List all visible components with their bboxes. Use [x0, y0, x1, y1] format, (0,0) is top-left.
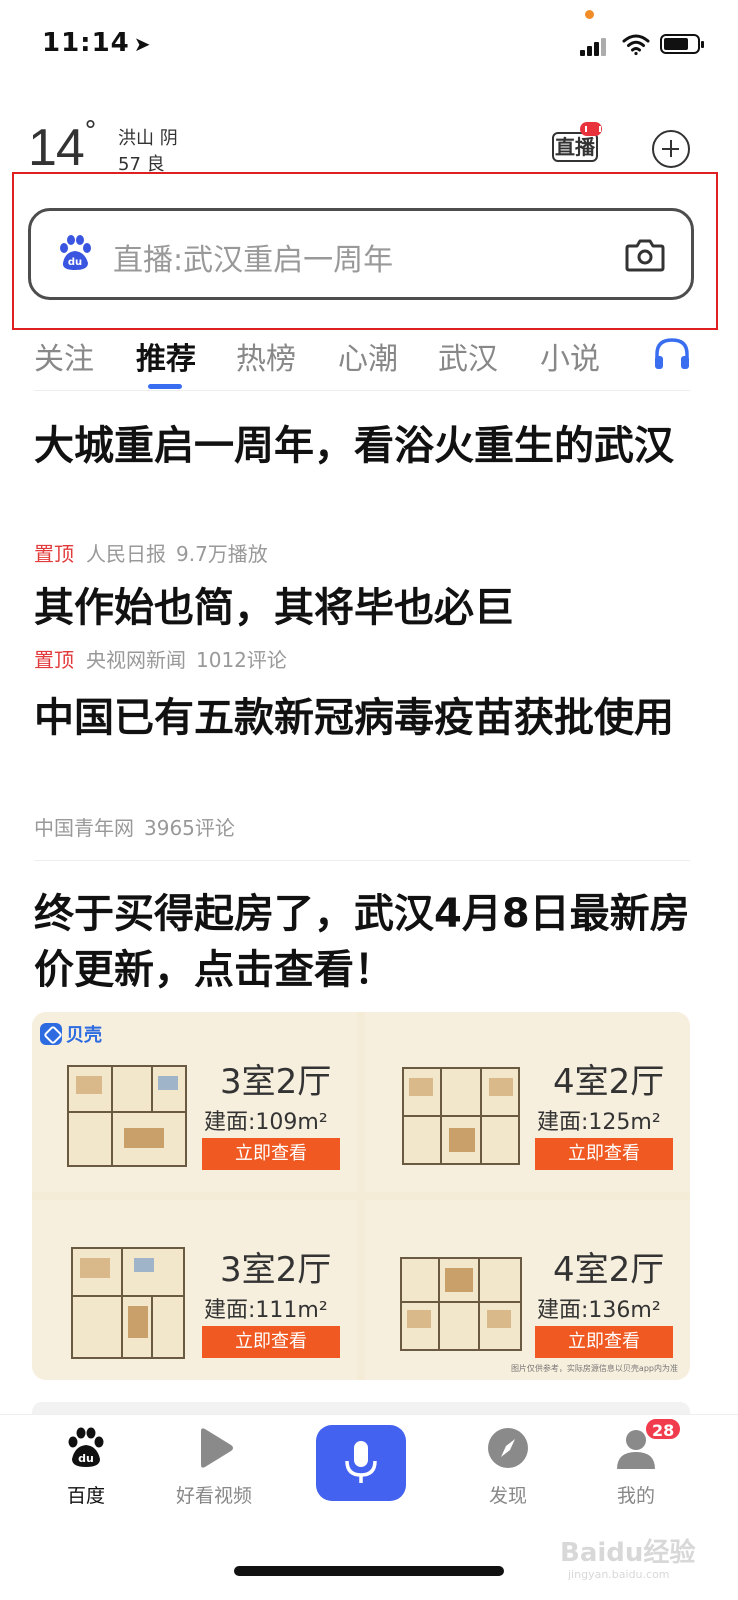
news-stat: 9.7万播放	[176, 542, 268, 566]
nav-label: 好看视频	[175, 1485, 252, 1507]
section-divider	[34, 860, 690, 861]
headphone-icon[interactable]	[652, 334, 692, 374]
unit-area: 建面:111m²	[204, 1298, 328, 1323]
brand-name: 贝壳	[66, 1025, 102, 1046]
news-title[interactable]: 其作始也简，其将毕也必巨	[34, 580, 694, 636]
ad-floorplan-grid[interactable]: 贝壳 3室2厅 建面:109m² 立即查看 4室2厅 建面:125m² 立即查看	[32, 1012, 690, 1380]
baidu-paw-icon: du	[68, 1427, 104, 1467]
floorplan-image	[402, 1067, 520, 1165]
privacy-indicator-dot	[585, 10, 594, 19]
ad-unit-card[interactable]: 贝壳 3室2厅 建面:109m² 立即查看	[32, 1012, 357, 1192]
unit-area: 建面:125m²	[537, 1110, 661, 1135]
nav-item-mine[interactable]: 我的 28	[576, 1417, 696, 1508]
svg-text:du: du	[68, 257, 82, 268]
baidu-paw-icon: du	[60, 235, 91, 270]
tv-live-icon: 直播	[552, 132, 598, 162]
nav-item-haokan-video[interactable]: 好看视频	[154, 1425, 274, 1508]
cellular-signal-icon	[580, 36, 612, 56]
tab-recommend[interactable]: 推荐	[136, 334, 196, 378]
news-source: 中国青年网	[34, 816, 134, 840]
live-signal-icon	[580, 122, 602, 136]
status-time: 11:14 ➤	[42, 28, 152, 58]
add-button[interactable]	[652, 130, 690, 168]
search-placeholder[interactable]: 直播:武汉重启一周年	[113, 235, 393, 279]
active-tab-indicator	[148, 384, 182, 389]
view-now-button[interactable]: 立即查看	[535, 1326, 673, 1358]
ad-unit-card[interactable]: 4室2厅 建面:125m² 立即查看	[365, 1012, 690, 1192]
unit-rooms: 3室2厅	[220, 1062, 332, 1102]
unit-area: 建面:109m²	[204, 1110, 328, 1135]
voice-search-button[interactable]	[316, 1425, 406, 1501]
ad-unit-card[interactable]: 3室2厅 建面:111m² 立即查看	[32, 1200, 357, 1380]
tab-novel[interactable]: 小说	[540, 334, 600, 378]
location-arrow-icon: ➤	[133, 32, 152, 56]
live-stream-button[interactable]: 直播	[548, 122, 604, 166]
battery-icon	[660, 34, 704, 54]
watermark: Baidu经验	[560, 1538, 696, 1568]
status-bar: 11:14 ➤	[0, 0, 738, 90]
search-bar[interactable]: du 直播:武汉重启一周年	[28, 208, 694, 300]
tab-wuhan[interactable]: 武汉	[438, 334, 498, 378]
news-meta: 中国青年网 3965评论	[34, 812, 235, 841]
camera-icon[interactable]	[625, 237, 665, 273]
svg-text:du: du	[78, 1452, 94, 1465]
nav-item-baidu[interactable]: du 百度	[26, 1425, 146, 1508]
ad-title[interactable]: 终于买得起房了，武汉4月8日最新房价更新，点击查看！	[34, 886, 694, 998]
ad-unit-card[interactable]: 4室2厅 建面:136m² 立即查看	[365, 1200, 690, 1380]
clock-text: 11:14	[42, 28, 130, 58]
weather-location[interactable]: 洪山 阴	[118, 124, 178, 150]
view-now-button[interactable]: 立即查看	[202, 1138, 340, 1170]
beike-logo: 贝壳	[40, 1020, 102, 1048]
tab-follow[interactable]: 关注	[34, 334, 94, 378]
beike-icon	[40, 1023, 62, 1045]
news-source: 人民日报	[86, 542, 166, 566]
unit-rooms: 4室2厅	[553, 1250, 665, 1290]
ad-disclaimer: 图片仅供参考，实际房源信息以贝壳app内为准	[510, 1364, 678, 1373]
nav-label: 发现	[488, 1485, 527, 1507]
view-now-button[interactable]: 立即查看	[535, 1138, 673, 1170]
news-stat: 1012评论	[196, 648, 287, 672]
wifi-icon	[622, 34, 650, 56]
floorplan-image	[400, 1257, 522, 1351]
nav-item-discover[interactable]: 发现	[448, 1425, 568, 1508]
pinned-tag: 置顶	[34, 648, 74, 672]
floorplan-image	[71, 1247, 185, 1359]
home-indicator[interactable]	[234, 1566, 504, 1576]
news-title[interactable]: 中国已有五款新冠病毒疫苗获批使用	[34, 690, 694, 746]
nav-label: 我的	[616, 1485, 655, 1507]
nav-label: 百度	[66, 1485, 105, 1507]
degree-symbol: °	[84, 116, 97, 146]
floorplan-image	[67, 1065, 187, 1167]
news-meta: 置顶 央视网新闻 1012评论	[34, 644, 287, 673]
news-meta: 置顶 人民日报 9.7万播放	[34, 538, 268, 567]
news-source: 央视网新闻	[86, 648, 186, 672]
news-title[interactable]: 大城重启一周年，看浴火重生的武汉	[34, 418, 694, 474]
pinned-tag: 置顶	[34, 542, 74, 566]
notification-badge: 28	[644, 1417, 683, 1441]
tab-hot-list[interactable]: 热榜	[236, 334, 296, 378]
unit-rooms: 4室2厅	[553, 1062, 665, 1102]
weather-temperature[interactable]: 14	[28, 118, 85, 178]
unit-rooms: 3室2厅	[220, 1250, 332, 1290]
watermark-url: jingyan.baidu.com	[568, 1568, 670, 1581]
mic-icon	[345, 1441, 377, 1483]
news-stat: 3965评论	[144, 816, 235, 840]
tab-divider	[34, 390, 690, 391]
compass-icon	[488, 1428, 528, 1468]
view-now-button[interactable]: 立即查看	[202, 1326, 340, 1358]
unit-area: 建面:136m²	[537, 1298, 661, 1323]
play-icon	[201, 1428, 233, 1468]
next-card-edge	[32, 1402, 690, 1414]
tab-xinchao[interactable]: 心潮	[338, 334, 398, 378]
